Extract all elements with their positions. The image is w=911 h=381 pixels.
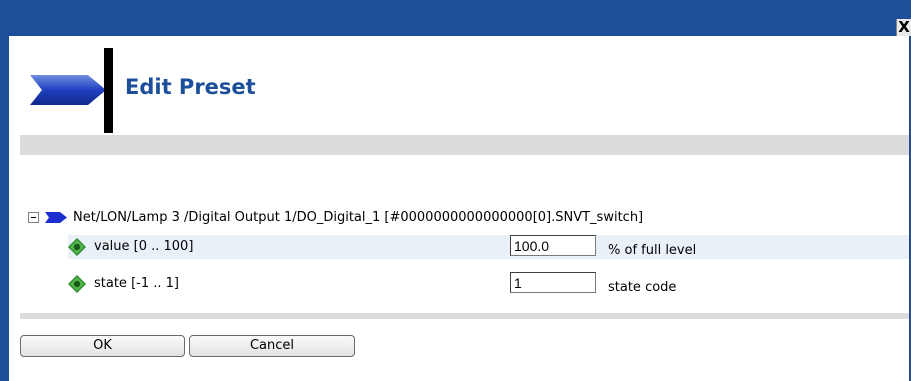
property-unit: state code (608, 280, 677, 295)
property-label: state [-1 .. 1] (94, 276, 179, 291)
cancel-button[interactable]: Cancel (189, 335, 355, 357)
datapoint-arrow-icon (45, 211, 67, 223)
close-button[interactable]: X (896, 19, 911, 36)
property-diamond-icon (68, 275, 86, 293)
page-title: Edit Preset (125, 75, 256, 99)
header-arrow-icon (30, 75, 106, 105)
header-divider-bar (104, 48, 113, 133)
property-row-value: value [0 .. 100] % of full level (68, 235, 909, 259)
property-unit: % of full level (608, 243, 697, 258)
property-row-state: state [-1 .. 1] state code (68, 272, 909, 296)
ok-button[interactable]: OK (20, 335, 185, 357)
window-titlebar (0, 0, 911, 36)
property-label: value [0 .. 100] (94, 239, 194, 254)
tree-node-row: Net/LON/Lamp 3 /Digital Output 1/DO_Digi… (28, 209, 643, 225)
state-input[interactable] (510, 272, 596, 293)
window-left-border (0, 36, 9, 381)
header-separator (20, 135, 909, 155)
property-diamond-icon (68, 238, 86, 256)
collapse-toggle[interactable] (28, 211, 39, 223)
footer-separator (20, 313, 909, 319)
datapoint-path: Net/LON/Lamp 3 /Digital Output 1/DO_Digi… (73, 209, 644, 225)
value-input[interactable] (510, 235, 596, 256)
